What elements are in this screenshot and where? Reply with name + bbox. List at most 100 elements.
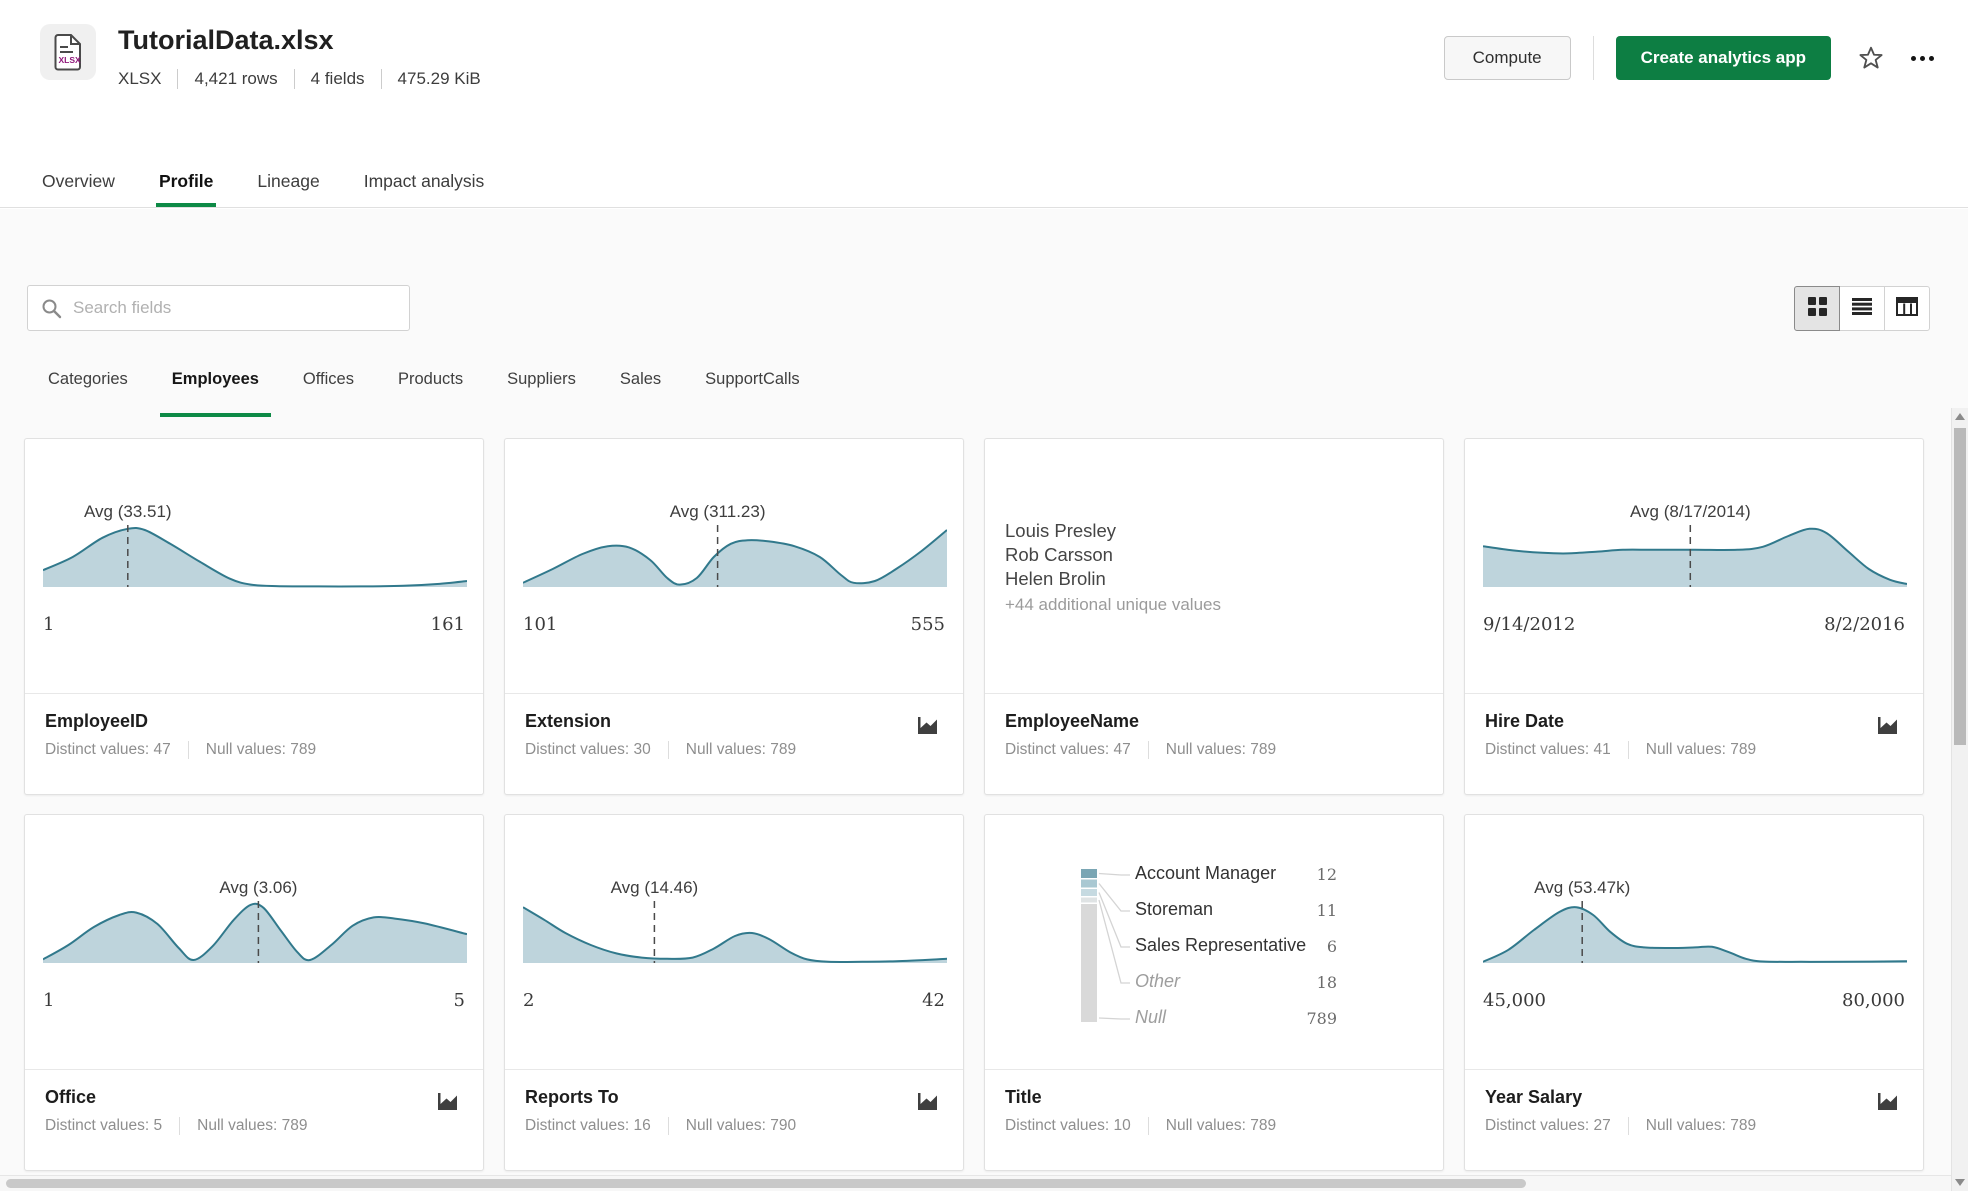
null-values-text: Null values: 789 xyxy=(685,741,797,758)
table-view-toggle[interactable] xyxy=(1884,285,1930,331)
create-analytics-app-button[interactable]: Create analytics app xyxy=(1615,36,1831,80)
footer-meta-divider xyxy=(1627,1117,1629,1135)
card-footer: Extension Distinct values: 30 Null values:… xyxy=(505,694,963,776)
card-footer: Hire Date Distinct values: 41 Null values:… xyxy=(1465,694,1923,776)
file-meta-row: XLSX 4,421 rows 4 fields 475.29 KiB xyxy=(118,69,481,89)
sample-value: Rob Carsson xyxy=(1005,544,1113,565)
search-input[interactable] xyxy=(73,298,396,318)
tab-overview[interactable]: Overview xyxy=(42,171,115,207)
grid-view-icon xyxy=(1807,297,1827,319)
table-tab-supportcalls[interactable]: SupportCalls xyxy=(705,369,799,417)
list-view-toggle[interactable] xyxy=(1839,285,1885,331)
density-chart xyxy=(523,901,947,964)
vertical-scrollbar xyxy=(1951,408,1968,1191)
axis-min-label: 9/14/2012 xyxy=(1483,614,1576,635)
card-chart-area: Avg (3.06) 1 5 xyxy=(25,815,483,1069)
table-tabs: Categories Employees Offices Products Suppli… xyxy=(48,369,800,417)
xlsx-icon-label: XLSX xyxy=(59,55,82,65)
scroll-up-arrow-icon[interactable] xyxy=(1955,413,1965,420)
table-tab-products[interactable]: Products xyxy=(398,369,463,417)
axis-max-label: 5 xyxy=(453,990,465,1011)
card-chart-area: Avg (14.46) 2 42 xyxy=(505,815,963,1069)
card-chart-area: Account Manager 12 Storeman 11 Sales Represe… xyxy=(985,815,1443,1069)
axis-min-label: 101 xyxy=(523,614,558,635)
top-value-count: 6 xyxy=(1326,937,1337,956)
field-card-employeeid[interactable]: Avg (33.51) 1 161 EmployeeID Distinct values… xyxy=(24,438,484,795)
card-chart-area: Avg (33.51) 1 161 xyxy=(25,439,483,693)
distinct-values-text: Distinct values: 5 xyxy=(45,1117,163,1134)
favorite-star-icon[interactable] xyxy=(1858,45,1884,71)
horizontal-scrollbar-thumb[interactable] xyxy=(6,1179,1526,1188)
axis-max-label: 8/2/2016 xyxy=(1824,614,1905,635)
file-meta-3: 475.29 KiB xyxy=(397,69,481,88)
top-value-label: Sales Representative xyxy=(1135,935,1307,955)
card-footer: Title Distinct values: 10 Null values: 789 xyxy=(985,1070,1443,1152)
table-tab-suppliers[interactable]: Suppliers xyxy=(507,369,576,417)
compute-button[interactable]: Compute xyxy=(1443,36,1571,80)
field-card-extension[interactable]: Avg (311.23) 101 555 Extension Distinct valu… xyxy=(504,438,964,795)
distinct-values-text: Distinct values: 41 xyxy=(1485,741,1611,758)
file-meta-1: 4,421 rows xyxy=(194,69,278,88)
card-footer: EmployeeID Distinct values: 47 Null values… xyxy=(25,694,483,776)
area-chart-icon xyxy=(436,1091,459,1116)
field-name: EmployeeID xyxy=(45,711,149,731)
field-name: EmployeeName xyxy=(1005,711,1140,731)
null-values-text: Null values: 789 xyxy=(205,741,317,758)
card-chart-area: Avg (311.23) 101 555 xyxy=(505,439,963,693)
top-value-count: 789 xyxy=(1306,1009,1337,1028)
view-toggle-group xyxy=(1794,285,1930,331)
field-card-year-salary[interactable]: Avg (53.47k) 45,000 80,000 Year Salary Disti… xyxy=(1464,814,1924,1171)
null-values-text: Null values: 789 xyxy=(1165,1117,1277,1134)
distinct-values-text: Distinct values: 27 xyxy=(1485,1117,1611,1134)
page-header: XLSX TutorialData.xlsx XLSX 4,421 rows 4 f… xyxy=(0,0,1968,208)
file-meta-2: 4 fields xyxy=(310,69,365,88)
axis-max-label: 42 xyxy=(922,990,945,1011)
nav-tabs: Overview Profile Lineage Impact analysis xyxy=(42,171,484,207)
meta-divider xyxy=(177,69,179,89)
top-value-count: 18 xyxy=(1316,973,1337,992)
vertical-scrollbar-thumb[interactable] xyxy=(1954,428,1966,745)
axis-min-label: 2 xyxy=(523,990,535,1011)
top-value-label: Storeman xyxy=(1135,899,1214,919)
field-card-title[interactable]: Account Manager 12 Storeman 11 Sales Represe… xyxy=(984,814,1444,1171)
top-value-label: Other xyxy=(1135,971,1181,991)
sample-value: Helen Brolin xyxy=(1005,568,1106,589)
avg-value-label: Avg (14.46) xyxy=(610,878,699,897)
tab-lineage[interactable]: Lineage xyxy=(257,171,319,207)
null-values-text: Null values: 789 xyxy=(1645,741,1757,758)
tab-profile[interactable]: Profile xyxy=(155,171,217,207)
sample-values: Louis Presley Rob Carsson Helen Brolin +44 … xyxy=(985,439,1443,615)
scroll-down-arrow-icon[interactable] xyxy=(1955,1179,1965,1186)
horizontal-scrollbar xyxy=(0,1175,1951,1191)
field-card-office[interactable]: Avg (3.06) 1 5 Office Distinct values: 5 Null… xyxy=(24,814,484,1171)
footer-meta-divider xyxy=(187,741,189,759)
table-tab-offices[interactable]: Offices xyxy=(303,369,354,417)
sample-value: Louis Presley xyxy=(1005,520,1117,541)
field-name: Reports To xyxy=(525,1087,619,1107)
table-tab-sales[interactable]: Sales xyxy=(620,369,661,417)
top-value-count: 11 xyxy=(1316,901,1337,920)
axis-min-label: 1 xyxy=(43,990,55,1011)
page-title: TutorialData.xlsx xyxy=(118,25,334,55)
card-chart-area: Avg (8/17/2014) 9/14/2012 8/2/2016 xyxy=(1465,439,1923,693)
field-card-employeename[interactable]: Louis Presley Rob Carsson Helen Brolin +44 … xyxy=(984,438,1444,795)
field-card-reports-to[interactable]: Avg (14.46) 2 42 Reports To Distinct values:… xyxy=(504,814,964,1171)
table-tab-categories[interactable]: Categories xyxy=(48,369,128,417)
axis-max-label: 555 xyxy=(910,614,945,635)
list-view-icon xyxy=(1852,298,1872,318)
additional-values-note: +44 additional unique values xyxy=(1005,595,1221,614)
tab-impact-analysis[interactable]: Impact analysis xyxy=(364,171,485,207)
table-tab-employees[interactable]: Employees xyxy=(159,369,272,417)
card-chart-area: Louis Presley Rob Carsson Helen Brolin +44 … xyxy=(985,439,1443,693)
footer-meta-divider xyxy=(179,1117,181,1135)
grid-view-toggle[interactable] xyxy=(1794,285,1840,331)
field-name: Office xyxy=(45,1087,97,1107)
null-values-text: Null values: 789 xyxy=(1165,741,1277,758)
top-value-label: Null xyxy=(1135,1007,1167,1027)
field-card-hire-date[interactable]: Avg (8/17/2014) 9/14/2012 8/2/2016 Hire Dat… xyxy=(1464,438,1924,795)
card-footer: Reports To Distinct values: 16 Null values… xyxy=(505,1070,963,1152)
field-name: Year Salary xyxy=(1485,1087,1583,1107)
distinct-values-text: Distinct values: 16 xyxy=(525,1117,651,1134)
more-options-icon[interactable] xyxy=(1911,55,1934,61)
avg-value-label: Avg (8/17/2014) xyxy=(1629,502,1751,521)
